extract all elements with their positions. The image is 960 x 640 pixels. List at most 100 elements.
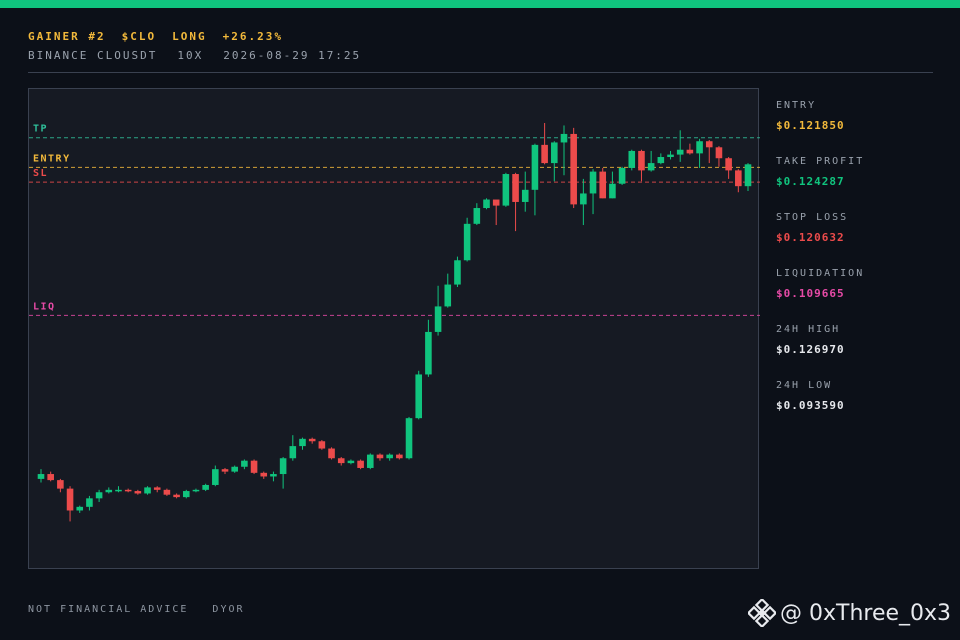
price-chart[interactable]: TP ENTRY SL LIQ — [28, 88, 760, 569]
candle-body — [735, 170, 742, 187]
candle-body — [473, 208, 481, 224]
candle-body — [105, 489, 113, 493]
top-accent-bar — [0, 0, 960, 8]
candle-body — [454, 260, 461, 285]
candle-body — [405, 418, 413, 459]
candle-body — [192, 489, 200, 492]
stat-take-profit-label: TAKE PROFIT — [776, 156, 865, 167]
candle-body — [366, 454, 374, 468]
candle-body — [580, 193, 587, 205]
stat-24h-high-label: 24H HIGH — [776, 324, 841, 335]
candle-body — [221, 469, 229, 472]
candle-body — [425, 331, 432, 375]
stat-entry-label: ENTRY — [776, 100, 817, 111]
candle-body — [463, 223, 471, 261]
candle-body — [308, 438, 316, 442]
candle-body — [66, 488, 74, 511]
candle-body — [676, 149, 684, 155]
candle-body — [57, 480, 64, 489]
header-divider — [28, 72, 933, 73]
candle-body — [260, 472, 268, 477]
trade-header: GAINER #2 $CLO LONG +26.23% BINANCE CLOUSDT… — [28, 30, 933, 62]
stat-liquidation-value: $0.109665 — [776, 287, 845, 300]
stat-24h-low: 24H LOW $0.093590 — [776, 380, 946, 436]
stat-24h-low-value: $0.093590 — [776, 399, 845, 412]
candle-body — [182, 491, 190, 498]
candle-body — [657, 157, 665, 164]
candle-body — [86, 498, 93, 507]
watermark-handle: @ 0xThree_0x3 — [780, 600, 952, 626]
not-financial-advice: NOT FINANCIAL ADVICE — [28, 604, 189, 615]
candle-body — [570, 133, 577, 205]
symbol-label: $CLO — [121, 30, 157, 43]
candle-body — [647, 163, 655, 171]
candle-body — [638, 150, 645, 171]
candle-body — [589, 171, 597, 194]
stat-liquidation-label: LIQUIDATION — [776, 268, 865, 279]
candle-body — [134, 491, 142, 494]
trade-title: GAINER #2 $CLO LONG +26.23% — [28, 30, 933, 46]
candle-body — [95, 492, 103, 499]
candle-body — [715, 147, 723, 159]
footer-disclaimer: NOT FINANCIAL ADVICE DYOR — [28, 604, 269, 615]
stat-entry-value: $0.121850 — [776, 119, 845, 132]
trade-subtitle: BINANCE CLOUSDT 10X 2026-08-29 17:25 — [28, 49, 933, 62]
stat-take-profit: TAKE PROFIT $0.124287 — [776, 156, 946, 212]
stat-take-profit-value: $0.124287 — [776, 175, 845, 188]
stat-24h-high: 24H HIGH $0.126970 — [776, 324, 946, 380]
candle-body — [744, 164, 752, 187]
candle-body — [531, 144, 539, 190]
candle-body — [37, 474, 45, 479]
candle-body — [444, 284, 452, 307]
timestamp: 2026-08-29 17:25 — [223, 49, 362, 62]
exchange-pair: BINANCE CLOUSDT — [28, 49, 158, 62]
stat-24h-high-value: $0.126970 — [776, 343, 845, 356]
gainer-tag: GAINER #2 — [28, 30, 106, 43]
candle-body — [609, 183, 616, 199]
candle-body — [124, 489, 132, 492]
candlestick-chart-svg: TP ENTRY SL LIQ — [29, 123, 760, 522]
candle-body — [551, 142, 558, 164]
leverage-label: 10X — [177, 49, 204, 62]
candle-body — [705, 141, 713, 148]
stat-24h-low-label: 24H LOW — [776, 380, 833, 391]
candle-body — [386, 454, 393, 459]
candle-body — [686, 149, 694, 154]
level-label-entry: ENTRY — [33, 153, 71, 164]
candle-body — [483, 199, 490, 209]
level-label-sl: SL — [33, 168, 48, 179]
candle-body — [628, 150, 636, 168]
candle-body — [725, 158, 732, 171]
stats-panel: ENTRY $0.121850 TAKE PROFIT $0.124287 ST… — [776, 100, 946, 436]
candle-body — [376, 454, 384, 459]
candle-body — [231, 466, 238, 472]
candle-body — [347, 460, 355, 464]
binance-logo-icon — [748, 599, 776, 627]
candle-body — [318, 441, 326, 449]
candle-body — [599, 171, 607, 199]
candle-body — [47, 474, 54, 481]
level-label-liq: LIQ — [33, 301, 56, 312]
candle-body — [512, 174, 519, 202]
dyor-label: DYOR — [212, 604, 245, 615]
candle-body — [299, 438, 306, 447]
watermark: @ 0xThree_0x3 — [748, 596, 951, 630]
candle-body — [502, 174, 510, 206]
candle-body — [270, 474, 277, 477]
candle-body — [76, 506, 84, 511]
candle-body — [153, 487, 161, 490]
candle-body — [202, 484, 209, 490]
candle-body — [357, 460, 364, 468]
candle-body — [212, 469, 219, 485]
candle-body — [279, 458, 287, 475]
change-label: +26.23% — [222, 30, 283, 43]
candle-body — [250, 460, 258, 473]
candle-body — [696, 141, 703, 154]
stat-stop-loss-label: STOP LOSS — [776, 212, 849, 223]
candle-body — [541, 144, 548, 164]
candle-body — [163, 489, 171, 495]
level-label-tp: TP — [33, 124, 48, 135]
candle-body — [667, 154, 674, 158]
candle-body — [144, 487, 151, 494]
candle-body — [241, 460, 248, 467]
